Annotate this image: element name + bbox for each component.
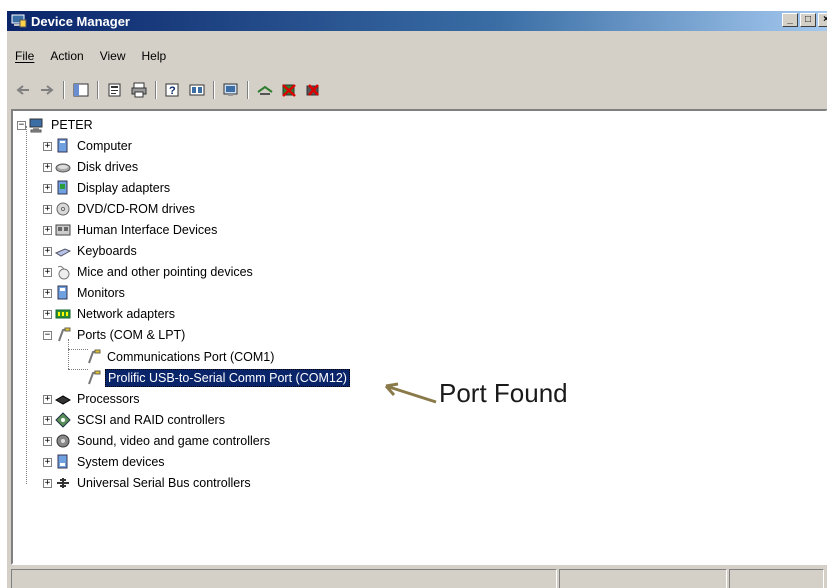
expand-toggle[interactable]: + (43, 394, 52, 404)
uninstall-device-icon[interactable] (305, 82, 321, 98)
show-hide-tree-icon[interactable] (73, 82, 89, 98)
close-button[interactable]: × (818, 13, 827, 27)
tree-category-mice[interactable]: + Mice and other pointing devices (43, 262, 255, 282)
usb-icon (55, 475, 71, 491)
minimize-button[interactable]: _ (782, 13, 798, 27)
menu-file[interactable]: File (7, 47, 42, 65)
tree-category-processors[interactable]: + Processors (43, 389, 142, 409)
toolbar-separator (247, 81, 249, 99)
tree-category-disk-drives[interactable]: + Disk drives (43, 157, 140, 177)
device-manager-icon (11, 14, 27, 28)
computer-icon (55, 138, 71, 154)
keyboard-icon (54, 243, 72, 259)
mouse-icon (55, 264, 71, 280)
toolbar: ? (7, 77, 827, 103)
help-icon[interactable]: ? (165, 82, 181, 98)
tree-category-keyboards[interactable]: + Keyboards (43, 241, 139, 261)
collapse-toggle[interactable]: − (17, 120, 26, 130)
tree-category-sound[interactable]: + Sound, video and game controllers (43, 431, 272, 451)
display-adapter-icon (55, 180, 71, 196)
selected-device-label: Prolific USB-to-Serial Comm Port (COM12) (105, 369, 350, 387)
tree-category-dvd-drives[interactable]: + DVD/CD-ROM drives (43, 199, 197, 219)
menu-help[interactable]: Help (134, 47, 175, 65)
status-segment (559, 569, 727, 588)
tree-category-network-adapters[interactable]: + Network adapters (43, 304, 177, 324)
expand-toggle[interactable]: + (43, 246, 52, 256)
expand-toggle[interactable]: + (43, 457, 52, 467)
disk-drive-icon (55, 159, 71, 175)
port-icon (55, 327, 71, 343)
dvd-drive-icon (55, 201, 71, 217)
expand-toggle[interactable]: + (43, 436, 52, 446)
expand-toggle[interactable]: + (43, 478, 52, 488)
tree-category-ports[interactable]: − Ports (COM & LPT) (43, 325, 187, 345)
system-device-icon (55, 454, 71, 470)
annotation-label: Port Found (439, 378, 568, 408)
tree-category-display-adapters[interactable]: + Display adapters (43, 178, 172, 198)
maximize-button[interactable]: □ (800, 13, 816, 27)
tree-category-hid[interactable]: + Human Interface Devices (43, 220, 219, 240)
disable-device-icon[interactable] (281, 82, 297, 98)
tree-root-node[interactable]: − PETER (17, 115, 95, 135)
network-adapter-icon (55, 306, 71, 322)
annotation-arrow-icon (384, 382, 437, 404)
expand-toggle[interactable]: + (43, 309, 52, 319)
processor-icon (54, 391, 72, 407)
expand-toggle[interactable]: + (43, 141, 52, 151)
toolbar-separator (155, 81, 157, 99)
port-icon (85, 370, 101, 386)
window-title: Device Manager (31, 13, 130, 29)
tree-category-monitors[interactable]: + Monitors (43, 283, 127, 303)
tree-category-computer[interactable]: + Computer (43, 136, 134, 156)
expand-toggle[interactable]: + (43, 267, 52, 277)
forward-arrow-icon[interactable] (39, 82, 55, 98)
print-icon[interactable] (131, 82, 147, 98)
toolbar-separator (213, 81, 215, 99)
status-segment (729, 569, 824, 588)
expand-toggle[interactable]: + (43, 225, 52, 235)
scsi-icon (55, 412, 71, 428)
expand-toggle[interactable]: + (43, 288, 52, 298)
menu-view[interactable]: View (92, 47, 134, 65)
port-icon (85, 349, 101, 365)
tree-device-com1[interactable]: Communications Port (COM1) (85, 347, 276, 367)
tree-device-prolific-com12[interactable]: Prolific USB-to-Serial Comm Port (COM12) (85, 368, 350, 388)
status-segment (11, 569, 557, 588)
collapse-toggle[interactable]: − (43, 330, 52, 340)
device-manager-window: Device Manager _ □ × File Action View He… (6, 10, 827, 588)
expand-toggle[interactable]: + (43, 415, 52, 425)
expand-toggle[interactable]: + (43, 204, 52, 214)
sound-icon (55, 433, 71, 449)
tree-root-label: PETER (51, 118, 93, 132)
device-tree[interactable]: − PETER + Computer + Disk drives + Displ… (11, 109, 827, 565)
menu-bar: File Action View Help (7, 47, 174, 65)
status-bar (11, 569, 827, 588)
tree-category-usb[interactable]: + Universal Serial Bus controllers (43, 473, 253, 493)
hid-icon (55, 222, 71, 238)
menu-action[interactable]: Action (42, 47, 91, 65)
computer-icon (29, 117, 45, 133)
tree-category-scsi[interactable]: + SCSI and RAID controllers (43, 410, 227, 430)
toolbar-separator (63, 81, 65, 99)
tree-category-system-devices[interactable]: + System devices (43, 452, 167, 472)
expand-toggle[interactable]: + (43, 162, 52, 172)
update-driver-icon[interactable] (257, 82, 273, 98)
monitor-icon (55, 285, 71, 301)
properties-icon[interactable] (107, 82, 123, 98)
title-bar[interactable]: Device Manager _ □ × (7, 11, 827, 31)
expand-toggle[interactable]: + (43, 183, 52, 193)
scan-hardware-icon[interactable] (223, 82, 239, 98)
svg-text:?: ? (169, 85, 176, 97)
back-arrow-icon[interactable] (15, 82, 31, 98)
view-icon[interactable] (189, 82, 205, 98)
toolbar-separator (97, 81, 99, 99)
